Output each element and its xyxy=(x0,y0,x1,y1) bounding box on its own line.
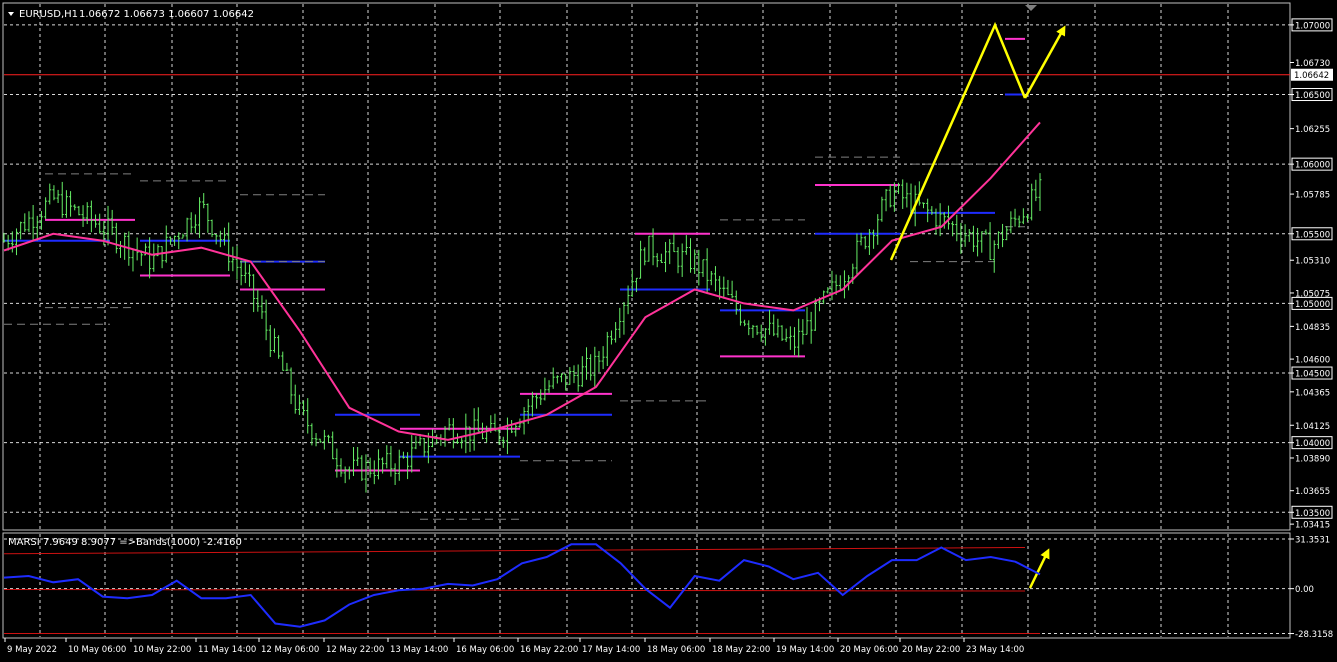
time-label-14: 20 May 22:00 xyxy=(902,645,960,655)
current-price-label: 1.06642 xyxy=(1294,71,1329,81)
time-label-1: 10 May 06:00 xyxy=(68,645,126,655)
time-label-5: 12 May 22:00 xyxy=(326,645,384,655)
time-label-7: 16 May 06:00 xyxy=(456,645,514,655)
price-label-5: 1.05785 xyxy=(1295,191,1330,201)
time-label-9: 17 May 14:00 xyxy=(582,645,640,655)
symbol-label: EURUSD,H1 xyxy=(19,9,78,20)
time-label-13: 20 May 06:00 xyxy=(840,645,898,655)
chart-window: 1.07000 1.06730 1.06500 1.06255 1.06000 1.057… xyxy=(0,0,1337,662)
time-label-11: 18 May 22:00 xyxy=(712,645,770,655)
price-label-1: 1.06730 xyxy=(1295,59,1330,69)
price-label-4: 1.06000 xyxy=(1295,161,1330,171)
price-label-12: 1.04500 xyxy=(1295,370,1330,380)
time-label-12: 19 May 14:00 xyxy=(776,645,834,655)
ohlc-values: 1.06672 1.06673 1.06607 1.06642 xyxy=(79,9,254,20)
time-label-3: 11 May 14:00 xyxy=(198,645,256,655)
price-label-19: 1.03415 xyxy=(1295,521,1330,531)
indicator-title: MARSI 7.9649 8.9077 =>Bands(1000) -2.416… xyxy=(8,537,242,548)
ind-label-1: 0.00 xyxy=(1295,585,1314,595)
price-label-2: 1.06500 xyxy=(1295,91,1330,101)
time-label-6: 13 May 14:00 xyxy=(390,645,448,655)
ind-label-0: 31.3531 xyxy=(1295,535,1330,545)
time-label-0: 9 May 2022 xyxy=(7,645,57,655)
price-label-10: 1.04835 xyxy=(1295,323,1330,333)
chart-background xyxy=(0,0,1337,662)
price-label-14: 1.04125 xyxy=(1295,422,1330,432)
time-label-2: 10 May 22:00 xyxy=(133,645,191,655)
time-label-10: 18 May 06:00 xyxy=(647,645,705,655)
price-label-6: 1.05500 xyxy=(1295,230,1330,240)
price-label-15: 1.04000 xyxy=(1295,439,1330,449)
price-label-9: 1.05000 xyxy=(1295,300,1330,310)
price-label-18: 1.03500 xyxy=(1295,509,1330,519)
time-label-8: 16 May 22:00 xyxy=(520,645,578,655)
price-label-17: 1.03655 xyxy=(1295,487,1330,497)
ind-label-2: -28.3158 xyxy=(1295,630,1333,640)
symbol-header: EURUSD,H1 1.06672 1.06673 1.06607 1.0664… xyxy=(8,9,254,20)
price-label-7: 1.05310 xyxy=(1295,257,1330,267)
price-label-13: 1.04365 xyxy=(1295,388,1330,398)
price-label-0: 1.07000 xyxy=(1295,21,1330,31)
time-label-4: 12 May 06:00 xyxy=(261,645,319,655)
price-label-11: 1.04600 xyxy=(1295,356,1330,366)
time-label-15: 23 May 14:00 xyxy=(966,645,1024,655)
price-label-3: 1.06255 xyxy=(1295,125,1330,135)
price-label-16: 1.03890 xyxy=(1295,454,1330,464)
